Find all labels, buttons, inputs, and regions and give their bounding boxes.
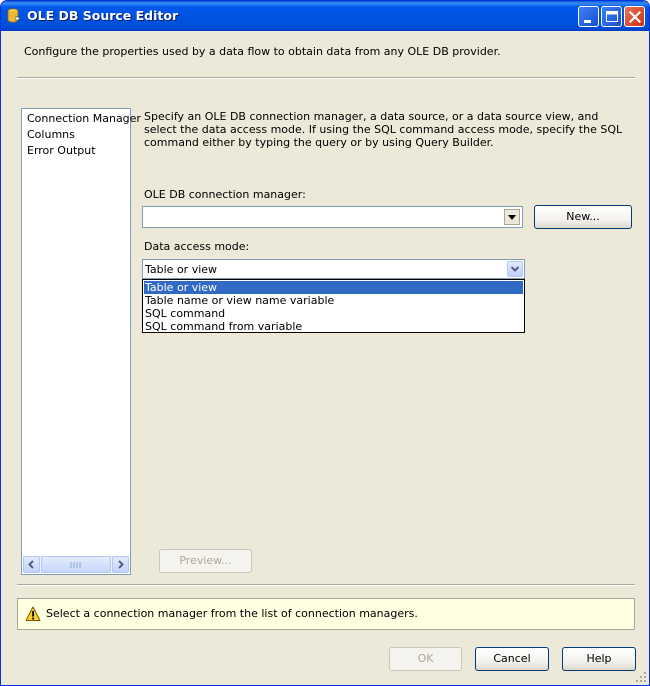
nav-item-error-output[interactable]: Error Output	[27, 144, 96, 157]
option-sql-command[interactable]: SQL command	[144, 307, 523, 320]
dialog-description: Configure the properties used by a data …	[24, 45, 501, 58]
minimize-icon	[584, 20, 591, 23]
close-button[interactable]	[624, 6, 645, 27]
dropdown-arrow-icon	[508, 215, 516, 220]
data-access-mode-combobox[interactable]: Table or view	[142, 259, 525, 279]
data-access-mode-label: Data access mode:	[144, 240, 250, 253]
scroll-right-button[interactable]	[112, 556, 129, 573]
option-sql-command-from-variable[interactable]: SQL command from variable	[144, 320, 523, 333]
help-button[interactable]: Help	[562, 647, 636, 671]
data-access-mode-dropdown-button[interactable]	[507, 261, 523, 277]
preview-button[interactable]: Preview...	[159, 549, 252, 573]
cancel-button[interactable]: Cancel	[475, 647, 549, 671]
status-message: Select a connection manager from the lis…	[46, 607, 418, 620]
top-divider	[17, 77, 635, 79]
scroll-left-button[interactable]	[23, 556, 40, 573]
bottom-divider	[17, 584, 635, 586]
connection-dropdown-button[interactable]	[504, 209, 520, 225]
grip-icon	[70, 562, 81, 568]
title-bar[interactable]: OLE DB Source Editor	[1, 1, 649, 31]
new-connection-button[interactable]: New...	[534, 205, 632, 229]
help-text: Specify an OLE DB connection manager, a …	[144, 110, 623, 149]
minimize-button[interactable]	[578, 6, 599, 27]
page-navigation-list[interactable]: Connection Manager Columns Error Output	[21, 108, 141, 575]
chevron-down-icon	[510, 266, 520, 272]
scroll-thumb[interactable]	[41, 556, 111, 573]
option-table-or-view[interactable]: Table or view	[144, 281, 523, 294]
ssis-source-icon	[7, 8, 21, 23]
option-table-name-variable[interactable]: Table name or view name variable	[144, 294, 523, 307]
nav-item-columns[interactable]: Columns	[27, 128, 75, 141]
data-access-mode-dropdown-list[interactable]: Table or view Table name or view name va…	[142, 279, 525, 333]
chevron-left-icon	[28, 560, 34, 569]
warning-icon	[25, 606, 41, 621]
status-message-bar: Select a connection manager from the lis…	[17, 598, 635, 630]
maximize-button[interactable]	[601, 6, 622, 27]
maximize-icon	[606, 11, 618, 22]
chevron-right-icon	[118, 560, 124, 569]
close-icon	[628, 10, 642, 24]
nav-item-connection-manager[interactable]: Connection Manager	[27, 112, 141, 125]
connection-manager-combobox[interactable]	[142, 206, 523, 228]
horizontal-scrollbar[interactable]	[23, 556, 129, 573]
ole-db-source-editor-window: OLE DB Source Editor Configure the prope…	[0, 0, 650, 686]
ok-button[interactable]: OK	[389, 647, 462, 671]
resize-grip-icon[interactable]	[635, 671, 647, 683]
connection-manager-label: OLE DB connection manager:	[144, 188, 306, 201]
data-access-mode-value: Table or view	[145, 263, 218, 276]
window-title: OLE DB Source Editor	[27, 8, 179, 23]
